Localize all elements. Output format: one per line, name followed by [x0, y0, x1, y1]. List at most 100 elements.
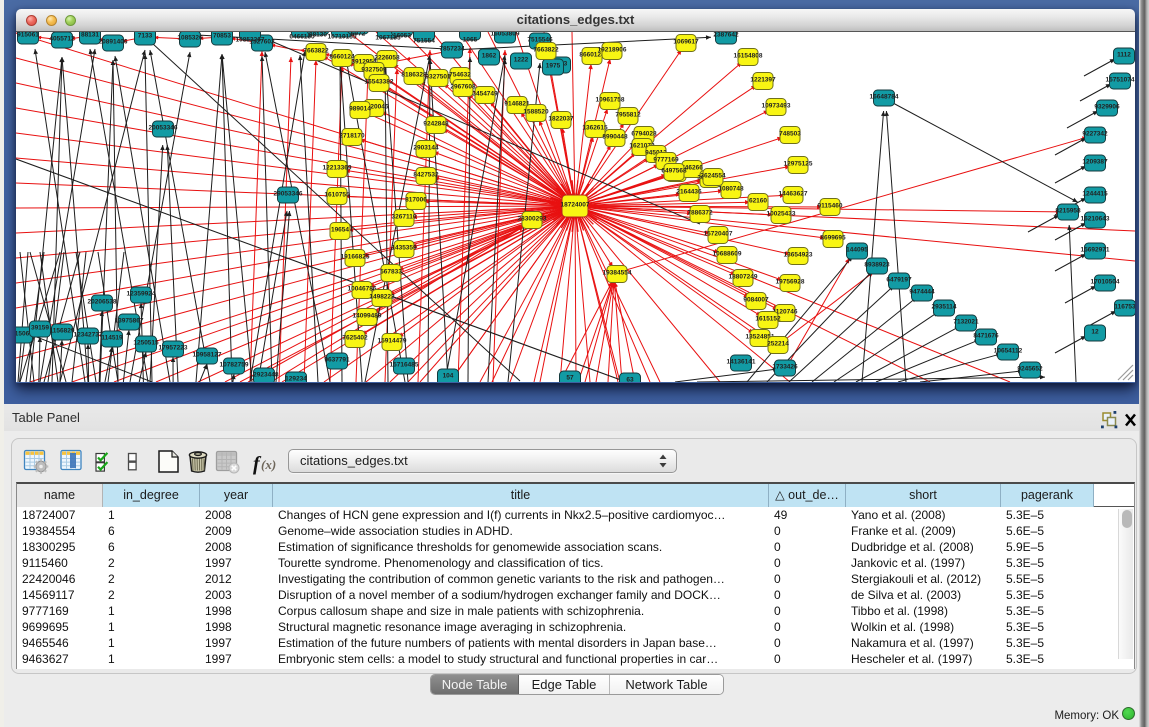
svg-text:751554: 751554: [413, 38, 435, 45]
svg-text:6794028: 6794028: [631, 131, 657, 138]
svg-text:62160: 62160: [749, 198, 767, 205]
svg-text:2164436: 2164436: [676, 189, 702, 196]
svg-text:7625402: 7625402: [342, 335, 368, 342]
svg-text:9327509: 9327509: [361, 67, 387, 74]
svg-text:8427532: 8427532: [413, 172, 439, 179]
svg-text:16648784: 16648784: [870, 94, 899, 101]
svg-text:70853: 70853: [213, 33, 231, 40]
svg-text:3454749: 3454749: [472, 91, 498, 98]
svg-text:88130: 88130: [309, 32, 327, 39]
svg-text:20206538: 20206538: [88, 299, 117, 306]
svg-text:3267110: 3267110: [392, 214, 417, 221]
svg-text:1615152: 1615152: [755, 316, 781, 323]
svg-text:10961758: 10961758: [596, 97, 625, 104]
svg-text:57: 57: [566, 375, 574, 382]
svg-text:12: 12: [1091, 329, 1099, 336]
svg-text:7886372: 7886372: [687, 210, 713, 217]
svg-text:18807249: 18807249: [729, 274, 758, 281]
svg-text:8215958: 8215958: [1055, 208, 1081, 215]
svg-text:2903144: 2903144: [413, 145, 439, 152]
svg-text:20053346: 20053346: [149, 125, 178, 132]
svg-text:16053809: 16053809: [491, 32, 520, 38]
svg-text:19218906: 19218906: [598, 47, 627, 54]
svg-text:3624554: 3624554: [700, 173, 726, 180]
svg-text:19756928: 19756928: [776, 279, 805, 286]
svg-text:2718170: 2718170: [339, 133, 365, 140]
svg-text:15720407: 15720407: [704, 231, 733, 238]
svg-text:9115460: 9115460: [818, 203, 843, 210]
svg-text:104: 104: [443, 373, 454, 380]
svg-text:1733426: 1733426: [772, 364, 798, 371]
svg-text:1610755: 1610755: [324, 192, 350, 199]
svg-text:6497568: 6497568: [661, 168, 687, 175]
svg-text:10958127: 10958127: [193, 352, 222, 359]
svg-text:1862: 1862: [482, 53, 497, 60]
svg-text:9474444: 9474444: [909, 289, 935, 296]
svg-text:2226058: 2226058: [374, 55, 400, 62]
svg-text:19654: 19654: [331, 227, 349, 234]
svg-text:12213369: 12213369: [323, 165, 352, 172]
svg-text:8938923: 8938923: [864, 262, 890, 269]
svg-text:1080748: 1080748: [718, 186, 744, 193]
svg-text:1065: 1065: [463, 37, 478, 44]
svg-text:10025433: 10025433: [767, 211, 796, 218]
svg-text:(x): (x): [261, 457, 276, 472]
svg-text:1362615: 1362615: [582, 125, 608, 132]
svg-text:9329906: 9329906: [1094, 104, 1120, 111]
svg-text:915061: 915061: [17, 32, 39, 39]
svg-text:252214: 252214: [767, 341, 789, 348]
svg-text:18724007: 18724007: [561, 202, 590, 209]
svg-text:19166825: 19166825: [341, 254, 370, 261]
svg-text:1975: 1975: [546, 63, 561, 70]
svg-text:19384554: 19384554: [603, 270, 632, 277]
svg-text:7133: 7133: [138, 33, 153, 40]
svg-text:16210643: 16210643: [1081, 216, 1110, 223]
svg-text:8186328: 8186328: [401, 72, 427, 79]
svg-text:9327501: 9327501: [425, 74, 451, 81]
svg-text:2935114: 2935114: [932, 304, 957, 311]
svg-text:8990448: 8990448: [602, 134, 628, 141]
svg-text:10688609: 10688609: [713, 251, 742, 258]
svg-text:989014: 989014: [349, 106, 371, 113]
svg-text:817006: 817006: [405, 197, 427, 204]
svg-text:1156829: 1156829: [50, 328, 75, 335]
svg-text:5972: 5972: [351, 32, 366, 38]
svg-text:9242848: 9242848: [423, 121, 449, 128]
svg-text:14136141: 14136141: [727, 359, 756, 366]
svg-text:9637791: 9637791: [324, 357, 350, 364]
svg-text:14463627: 14463627: [779, 191, 808, 198]
svg-text:567833: 567833: [380, 269, 402, 276]
svg-text:9084007: 9084007: [743, 297, 769, 304]
svg-text:1085326: 1085326: [177, 35, 203, 42]
svg-text:8699695: 8699695: [820, 235, 846, 242]
svg-text:12923448: 12923448: [250, 372, 279, 379]
svg-text:1435359: 1435359: [391, 245, 417, 252]
svg-text:14099489: 14099489: [353, 313, 382, 320]
svg-text:16543382: 16543382: [365, 79, 394, 86]
svg-text:1221397: 1221397: [750, 77, 776, 84]
svg-text:17957223: 17957223: [159, 345, 188, 352]
svg-text:28300293: 28300293: [518, 216, 547, 223]
svg-text:9777169: 9777169: [653, 157, 679, 164]
svg-text:13975867: 13975867: [115, 318, 144, 325]
svg-text:1498222: 1498222: [369, 294, 395, 301]
svg-text:13654923: 13654923: [784, 252, 813, 259]
svg-text:63: 63: [626, 377, 634, 382]
svg-text:2387642: 2387642: [713, 32, 739, 39]
svg-text:12359924: 12359924: [127, 291, 156, 298]
svg-text:1069617: 1069617: [673, 39, 699, 46]
svg-text:15692971: 15692971: [1081, 247, 1110, 254]
svg-text:7955812: 7955812: [615, 112, 641, 119]
svg-text:1250515: 1250515: [133, 340, 159, 347]
svg-text:39159: 39159: [31, 325, 49, 332]
svg-text:2967608: 2967608: [450, 84, 476, 91]
svg-text:748503: 748503: [779, 131, 801, 138]
svg-text:9245652: 9245652: [1017, 366, 1043, 373]
svg-text:20891406: 20891406: [99, 39, 128, 46]
svg-text:17010504: 17010504: [1091, 279, 1120, 286]
svg-text:15751074: 15751074: [1106, 77, 1135, 84]
svg-text:7132021: 7132021: [953, 319, 979, 326]
svg-text:116753: 116753: [1114, 304, 1135, 311]
svg-text:9227342: 9227342: [1082, 131, 1108, 138]
svg-text:8471676: 8471676: [973, 333, 999, 340]
